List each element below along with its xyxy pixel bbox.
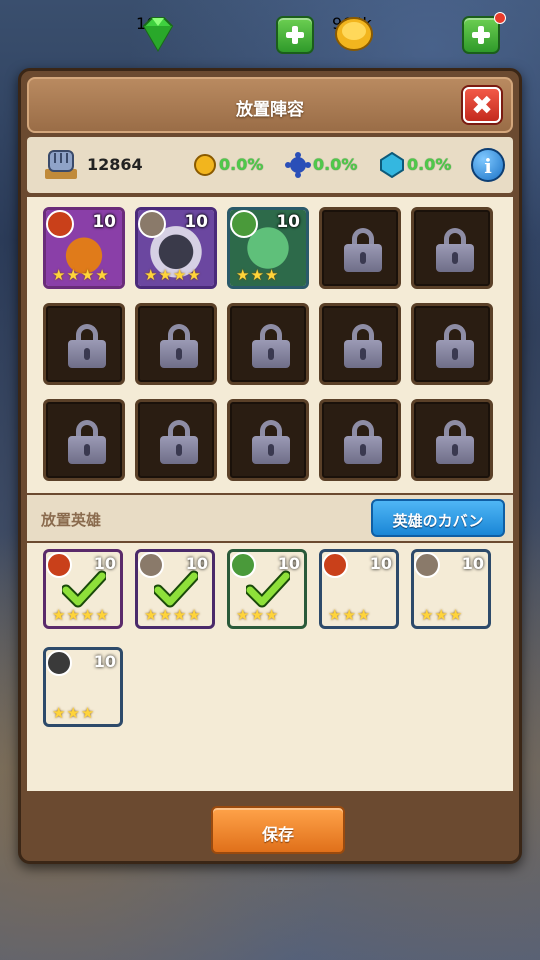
nature-icon xyxy=(230,210,258,238)
fire-icon xyxy=(322,552,348,578)
coin-counter: 964k xyxy=(332,12,512,54)
lock-icon xyxy=(68,324,106,368)
hero-level: 10 xyxy=(93,652,116,671)
hero-level: 10 xyxy=(92,212,116,232)
locked-slot xyxy=(411,303,493,385)
info-button[interactable]: i xyxy=(471,148,505,182)
stats-bar: 12864 0.0% 0.0% 0.0% i xyxy=(27,137,513,193)
lock-icon xyxy=(252,420,290,464)
hero-stars: ★ ★ ★ xyxy=(236,606,279,624)
locked-slot xyxy=(227,303,309,385)
gold-bonus-value: 0.0% xyxy=(219,155,264,174)
panel-title: 放置陣容 xyxy=(236,100,304,120)
hero-level: 10 xyxy=(369,554,392,573)
hero-card[interactable]: 10 ★ ★ ★ xyxy=(319,549,399,629)
coin-icon xyxy=(335,17,373,51)
locked-slot xyxy=(319,303,401,385)
idle-heroes-title: 放置英雄 xyxy=(41,511,102,529)
lock-icon xyxy=(252,324,290,368)
hero-stars: ★ ★ ★ xyxy=(328,606,371,624)
lock-icon xyxy=(68,420,106,464)
exp-bonus-value: 0.0% xyxy=(313,155,358,174)
fire-icon xyxy=(46,210,74,238)
hero-stars: ★ ★ ★ ★ xyxy=(144,606,201,624)
idle-formation-panel: 放置陣容 ✖ 12864 0.0% 0.0% 0.0% i 10 ★ ★ ★ ★… xyxy=(18,68,522,864)
locked-slot xyxy=(319,399,401,481)
team-hero-slot[interactable]: 10 ★ ★ ★ ★ xyxy=(43,207,125,289)
hero-stars: ★ ★ ★ ★ xyxy=(52,266,109,284)
hero-bag-button[interactable]: 英雄のカバン xyxy=(371,499,505,537)
lock-icon xyxy=(436,228,474,272)
hero-level: 10 xyxy=(276,212,300,232)
add-gems-button[interactable] xyxy=(276,16,314,54)
team-power-value: 12864 xyxy=(87,155,143,174)
locked-slot xyxy=(319,207,401,289)
team-hero-slot[interactable]: 10 ★ ★ ★ xyxy=(227,207,309,289)
hero-stars: ★ ★ ★ ★ xyxy=(144,266,201,284)
team-grid: 10 ★ ★ ★ ★ 10 ★ ★ ★ ★ 10 ★ ★ ★ xyxy=(27,197,513,493)
hero-stars: ★ ★ ★ ★ xyxy=(52,606,109,624)
exp-bonus-icon xyxy=(285,152,311,178)
save-button[interactable]: 保存 xyxy=(211,806,345,854)
lock-icon xyxy=(344,324,382,368)
power-fist-icon xyxy=(45,150,77,179)
close-icon: ✖ xyxy=(471,91,493,121)
lock-icon xyxy=(344,420,382,464)
locked-slot xyxy=(227,399,309,481)
check-icon xyxy=(62,570,106,608)
locked-slot xyxy=(411,207,493,289)
hero-level: 10 xyxy=(461,554,484,573)
crystal-bonus-value: 0.0% xyxy=(407,155,452,174)
hero-card[interactable]: 10 ★ ★ ★ ★ xyxy=(43,549,123,629)
gem-icon xyxy=(142,17,174,52)
team-hero-slot[interactable]: 10 ★ ★ ★ ★ xyxy=(135,207,217,289)
notification-dot xyxy=(494,12,506,24)
lock-icon xyxy=(436,324,474,368)
hero-card[interactable]: 10 ★ ★ ★ ★ xyxy=(135,549,215,629)
hero-level: 10 xyxy=(184,212,208,232)
hero-stars: ★ ★ ★ xyxy=(420,606,463,624)
idle-heroes-header: 放置英雄 英雄のカバン xyxy=(27,495,513,541)
close-button[interactable]: ✖ xyxy=(463,87,501,123)
wind-icon xyxy=(138,210,166,238)
gold-bonus-icon xyxy=(194,154,216,176)
hero-card[interactable]: 10 ★ ★ ★ xyxy=(227,549,307,629)
hero-card[interactable]: 10 ★ ★ ★ xyxy=(43,647,123,727)
dark-icon xyxy=(46,650,72,676)
hero-card[interactable]: 10 ★ ★ ★ xyxy=(411,549,491,629)
locked-slot xyxy=(411,399,493,481)
lock-icon xyxy=(160,324,198,368)
locked-slot xyxy=(135,303,217,385)
hero-stars: ★ ★ ★ xyxy=(52,704,95,722)
info-icon: i xyxy=(484,154,492,178)
lock-icon xyxy=(344,228,382,272)
lock-icon xyxy=(160,420,198,464)
locked-slot xyxy=(43,303,125,385)
crystal-bonus-icon xyxy=(380,152,404,178)
save-label: 保存 xyxy=(261,825,294,844)
hero-bag-label: 英雄のカバン xyxy=(392,512,484,530)
locked-slot xyxy=(43,399,125,481)
wind-icon xyxy=(414,552,440,578)
hero-stars: ★ ★ ★ xyxy=(236,266,279,284)
lock-icon xyxy=(436,420,474,464)
gem-counter: 165 xyxy=(136,14,316,54)
panel-header: 放置陣容 ✖ xyxy=(27,77,513,133)
locked-slot xyxy=(135,399,217,481)
check-icon xyxy=(246,570,290,608)
check-icon xyxy=(154,570,198,608)
hero-list: 10 ★ ★ ★ ★ 10 ★ ★ ★ ★ 10 ★ ★ ★ 10 ★ ★ ★ 10 xyxy=(27,543,513,791)
